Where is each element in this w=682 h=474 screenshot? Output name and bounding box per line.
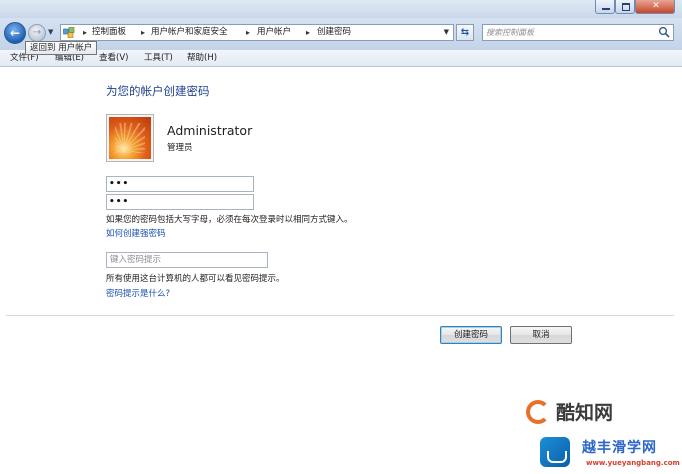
case-sensitivity-note: 如果您的密码包括大写字母，必须在每次登录时以相同方式键入。 bbox=[106, 215, 353, 225]
watermark-badge: 越丰滑学网 www.yueyangbang.com bbox=[536, 435, 682, 474]
search-icon[interactable] bbox=[658, 26, 670, 38]
minimize-button[interactable] bbox=[595, 0, 615, 14]
watermark-logo-text: 酷知网 bbox=[556, 402, 614, 424]
back-button[interactable]: ← bbox=[4, 22, 26, 44]
watermark-badge-title: 越丰滑学网 bbox=[582, 440, 657, 456]
title-bar bbox=[0, 0, 682, 18]
breadcrumb-user-accounts-family-safety[interactable]: 用户帐户和家庭安全 bbox=[151, 25, 228, 40]
back-button-tooltip: 返回到 用户帐户 bbox=[25, 41, 98, 55]
breadcrumb-separator-icon[interactable]: ▸ bbox=[306, 25, 310, 40]
password-hint-field[interactable] bbox=[106, 252, 268, 268]
divider bbox=[6, 315, 674, 316]
watermark-badge-url: www.yueyangbang.com bbox=[586, 459, 680, 467]
password-hint-input[interactable] bbox=[110, 254, 262, 266]
refresh-icon: ⇆ bbox=[460, 27, 470, 38]
control-panel-icon bbox=[63, 27, 75, 38]
refresh-button[interactable]: ⇆ bbox=[456, 24, 474, 41]
menu-tools[interactable]: 工具(T) bbox=[144, 50, 173, 66]
maximize-button[interactable] bbox=[615, 0, 635, 14]
confirm-password-field[interactable] bbox=[106, 194, 254, 210]
breadcrumb-separator-icon[interactable]: ▸ bbox=[141, 25, 145, 40]
confirm-password-input[interactable] bbox=[109, 196, 249, 208]
create-password-button[interactable]: 创建密码 bbox=[440, 326, 502, 344]
breadcrumb-control-panel[interactable]: 控制面板 bbox=[92, 25, 126, 40]
close-button[interactable] bbox=[635, 0, 676, 14]
menu-view[interactable]: 查看(V) bbox=[99, 50, 128, 66]
recent-pages-dropdown[interactable]: ▼ bbox=[48, 28, 53, 36]
user-name: Administrator bbox=[167, 123, 253, 138]
password-hint-help-link[interactable]: 密码提示是什么? bbox=[106, 287, 170, 299]
search-box[interactable] bbox=[482, 24, 674, 41]
back-arrow-icon: ← bbox=[9, 26, 21, 40]
new-password-field[interactable] bbox=[106, 176, 254, 192]
breadcrumb-create-password[interactable]: 创建密码 bbox=[317, 25, 351, 40]
hint-visibility-note: 所有使用这台计算机的人都可以看见密码提示。 bbox=[106, 274, 285, 284]
address-bar[interactable]: ▸ 控制面板 ▸ 用户帐户和家庭安全 ▸ 用户帐户 ▸ 创建密码 ▼ bbox=[60, 24, 454, 41]
page-title: 为您的帐户创建密码 bbox=[106, 84, 210, 98]
breadcrumb-user-accounts[interactable]: 用户帐户 bbox=[257, 25, 291, 40]
menu-bar: 文件(F) 编辑(E) 查看(V) 工具(T) 帮助(H) bbox=[0, 50, 682, 67]
user-avatar bbox=[106, 114, 154, 162]
search-input[interactable] bbox=[486, 26, 646, 39]
new-password-input[interactable] bbox=[109, 178, 249, 190]
forward-arrow-icon: → bbox=[32, 27, 42, 38]
cancel-button[interactable]: 取消 bbox=[510, 326, 572, 344]
watermark-badge-icon bbox=[540, 437, 570, 467]
watermark-logo-icon bbox=[526, 400, 550, 424]
watermark-logo: 酷知网 bbox=[526, 396, 656, 430]
address-dropdown-icon[interactable]: ▼ bbox=[444, 25, 449, 40]
breadcrumb-separator-icon[interactable]: ▸ bbox=[246, 25, 250, 40]
navigation-bar: ← → ▼ ▸ 控制面板 ▸ 用户帐户和家庭安全 ▸ 用户帐户 ▸ 创建密码 ▼… bbox=[0, 18, 682, 50]
menu-help[interactable]: 帮助(H) bbox=[187, 50, 217, 66]
breadcrumb-separator-icon: ▸ bbox=[83, 28, 88, 37]
forward-button[interactable]: → bbox=[28, 24, 46, 42]
strong-password-link[interactable]: 如何创建强密码 bbox=[106, 227, 166, 239]
user-role: 管理员 bbox=[167, 143, 193, 153]
